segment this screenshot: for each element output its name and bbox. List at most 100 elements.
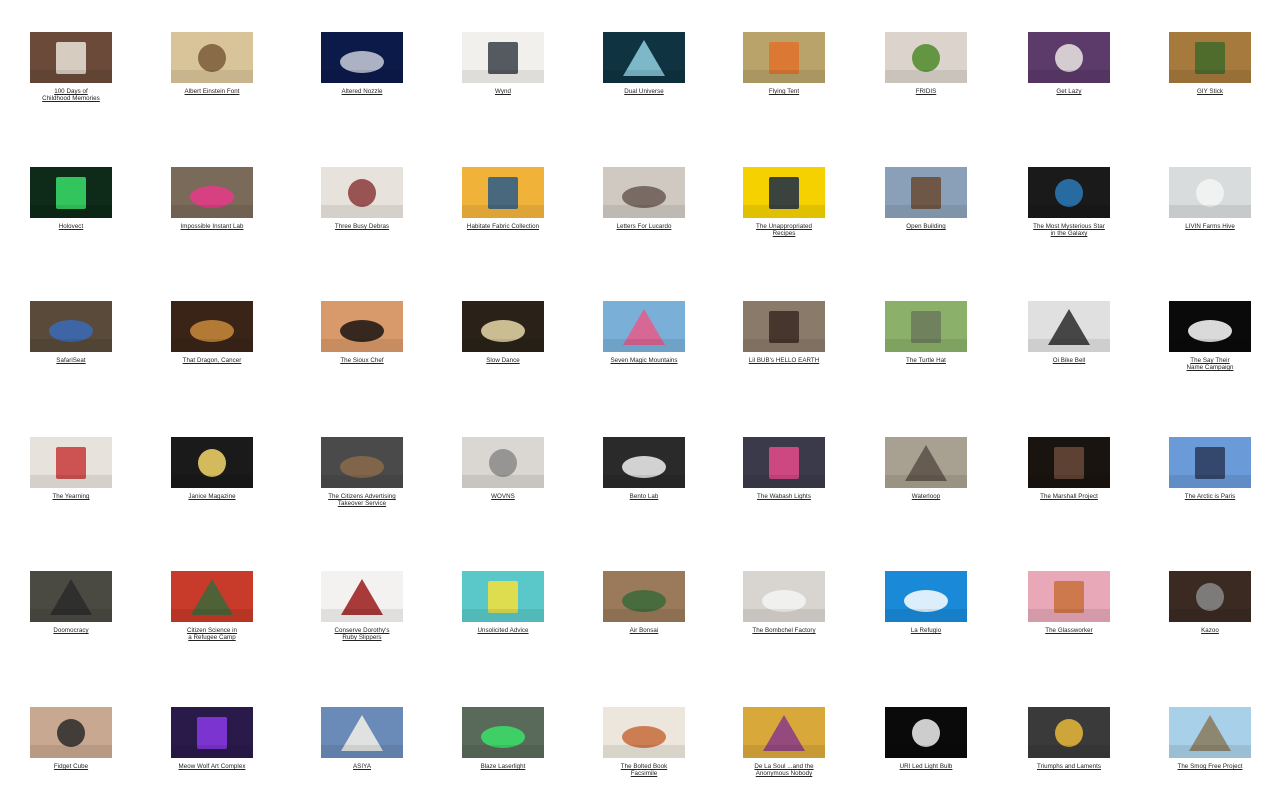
project-thumbnail[interactable] [1028,301,1110,352]
project-tile[interactable]: The Arctic is Paris [1168,437,1252,500]
project-title-link[interactable]: Kazoo [1162,627,1258,634]
project-tile[interactable]: The Bombchel Factory [742,571,826,634]
project-thumbnail[interactable] [321,707,403,758]
project-title-link[interactable]: Janice Magazine [164,493,260,500]
project-tile[interactable]: That Dragon, Cancer [170,301,254,364]
project-thumbnail[interactable] [743,707,825,758]
project-title-link[interactable]: The Turtle Hat [878,357,974,364]
project-thumbnail[interactable] [171,301,253,352]
project-title-link[interactable]: The Smog Free Project [1162,763,1258,770]
project-title-link[interactable]: Flying Tent [736,88,832,95]
project-tile[interactable]: Get Lazy [1027,32,1111,95]
project-tile[interactable]: Lil BUB's HELLO EARTH [742,301,826,364]
project-thumbnail[interactable] [1169,32,1251,83]
project-title-link[interactable]: Get Lazy [1021,88,1117,95]
project-thumbnail[interactable] [30,707,112,758]
project-title-link[interactable]: The Arctic is Paris [1162,493,1258,500]
project-title-link[interactable]: GIY Stick [1162,88,1258,95]
project-thumbnail[interactable] [885,301,967,352]
project-thumbnail[interactable] [30,437,112,488]
project-title-link[interactable]: Three Busy Debras [314,223,410,230]
project-thumbnail[interactable] [321,437,403,488]
project-tile[interactable]: The Bolted Book Facsimile [602,707,686,777]
project-tile[interactable]: Slow Dance [461,301,545,364]
project-thumbnail[interactable] [1028,571,1110,622]
project-tile[interactable]: Doomocracy [29,571,113,634]
project-tile[interactable]: Blaze Laserlight [461,707,545,770]
project-title-link[interactable]: Unsolicited Advice [455,627,551,634]
project-thumbnail[interactable] [1169,167,1251,218]
project-tile[interactable]: Citizen Science in a Refugee Camp [170,571,254,641]
project-thumbnail[interactable] [171,437,253,488]
project-title-link[interactable]: Lil BUB's HELLO EARTH [736,357,832,364]
project-thumbnail[interactable] [603,571,685,622]
project-title-link[interactable]: The Sioux Chef [314,357,410,364]
project-tile[interactable]: ASIYA [320,707,404,770]
project-tile[interactable]: Kazoo [1168,571,1252,634]
project-thumbnail[interactable] [885,167,967,218]
project-title-link[interactable]: Bento Lab [596,493,692,500]
project-title-link[interactable]: Habitate Fabric Collection [455,223,551,230]
project-thumbnail[interactable] [30,167,112,218]
project-tile[interactable]: Dual Universe [602,32,686,95]
project-tile[interactable]: The Smog Free Project [1168,707,1252,770]
project-thumbnail[interactable] [1169,571,1251,622]
project-thumbnail[interactable] [603,167,685,218]
project-title-link[interactable]: The Yearning [23,493,119,500]
project-title-link[interactable]: The Glassworker [1021,627,1117,634]
project-title-link[interactable]: Waterloop [878,493,974,500]
project-thumbnail[interactable] [603,707,685,758]
project-title-link[interactable]: The Bolted Book Facsimile [596,763,692,777]
project-title-link[interactable]: De La Soul ...and the Anonymous Nobody [736,763,832,777]
project-thumbnail[interactable] [462,437,544,488]
project-tile[interactable]: Seven Magic Mountains [602,301,686,364]
project-thumbnail[interactable] [603,301,685,352]
project-thumbnail[interactable] [1028,437,1110,488]
project-thumbnail[interactable] [743,301,825,352]
project-thumbnail[interactable] [321,167,403,218]
project-tile[interactable]: GIY Stick [1168,32,1252,95]
project-tile[interactable]: SafariSeat [29,301,113,364]
project-tile[interactable]: De La Soul ...and the Anonymous Nobody [742,707,826,777]
project-tile[interactable]: The Wabash Lights [742,437,826,500]
project-thumbnail[interactable] [1169,437,1251,488]
project-title-link[interactable]: Air Bonsai [596,627,692,634]
project-thumbnail[interactable] [885,437,967,488]
project-title-link[interactable]: Oi Bike Bell [1021,357,1117,364]
project-thumbnail[interactable] [462,301,544,352]
project-title-link[interactable]: The Wabash Lights [736,493,832,500]
project-thumbnail[interactable] [885,707,967,758]
project-tile[interactable]: Bento Lab [602,437,686,500]
project-title-link[interactable]: SafariSeat [23,357,119,364]
project-thumbnail[interactable] [885,571,967,622]
project-title-link[interactable]: Citizen Science in a Refugee Camp [164,627,260,641]
project-title-link[interactable]: Impossible Instant Lab [164,223,260,230]
project-title-link[interactable]: The Citizens Advertising Takeover Servic… [314,493,410,507]
project-title-link[interactable]: WOVNS [455,493,551,500]
project-tile[interactable]: The Yearning [29,437,113,500]
project-thumbnail[interactable] [321,32,403,83]
project-tile[interactable]: Wynd [461,32,545,95]
project-title-link[interactable]: La Refugio [878,627,974,634]
project-title-link[interactable]: Open Building [878,223,974,230]
project-thumbnail[interactable] [30,571,112,622]
project-tile[interactable]: WOVNS [461,437,545,500]
project-tile[interactable]: Open Building [884,167,968,230]
project-tile[interactable]: Impossible Instant Lab [170,167,254,230]
project-thumbnail[interactable] [1169,707,1251,758]
project-title-link[interactable]: Letters For Lucardo [596,223,692,230]
project-thumbnail[interactable] [603,32,685,83]
project-thumbnail[interactable] [171,32,253,83]
project-title-link[interactable]: The Say Their Name Campaign [1162,357,1258,371]
project-tile[interactable]: Triumphs and Laments [1027,707,1111,770]
project-tile[interactable]: Letters For Lucardo [602,167,686,230]
project-thumbnail[interactable] [885,32,967,83]
project-tile[interactable]: Altered Nozzle [320,32,404,95]
project-tile[interactable]: The Glassworker [1027,571,1111,634]
project-thumbnail[interactable] [1028,167,1110,218]
project-title-link[interactable]: Wynd [455,88,551,95]
project-thumbnail[interactable] [30,301,112,352]
project-tile[interactable]: The Marshall Project [1027,437,1111,500]
project-title-link[interactable]: The Bombchel Factory [736,627,832,634]
project-title-link[interactable]: The Most Mysterious Star in the Galaxy [1021,223,1117,237]
